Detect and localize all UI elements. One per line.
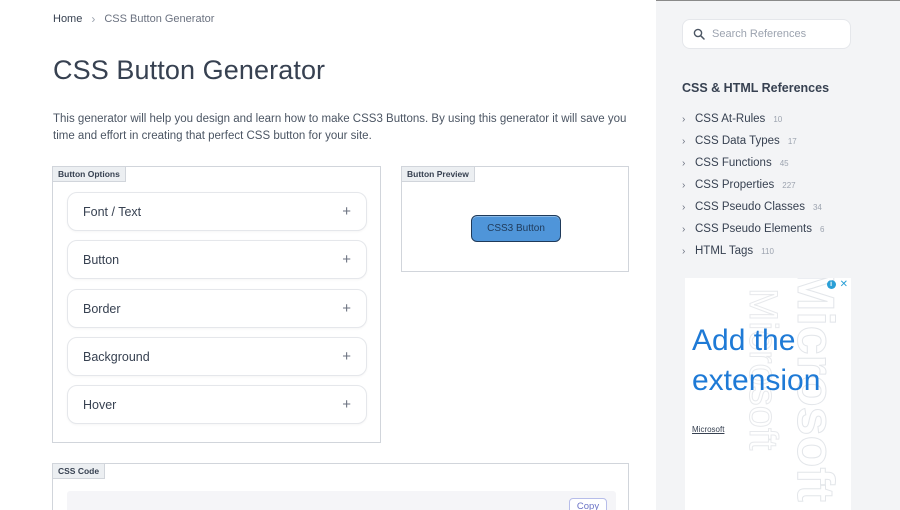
css-code-panel: CSS Code Copy — [52, 463, 629, 510]
accordion-label: Button — [83, 252, 120, 267]
sidebar-item-label: HTML Tags — [695, 245, 754, 257]
page-intro: This generator will help you design and … — [53, 113, 627, 142]
accordion-button[interactable]: Button + — [67, 240, 367, 279]
plus-icon: + — [342, 300, 351, 317]
breadcrumb-home-link[interactable]: Home — [53, 13, 82, 25]
references-title: CSS & HTML References — [682, 81, 830, 95]
sidebar-item-html-tags[interactable]: › HTML Tags 110 — [682, 240, 824, 262]
main-content: Home › CSS Button Generator CSS Button G… — [0, 0, 656, 510]
chevron-right-icon: › — [682, 245, 686, 257]
button-preview-label: Button Preview — [402, 167, 475, 182]
ad-controls: i ✕ — [826, 280, 848, 290]
accordion-label: Border — [83, 301, 121, 316]
chevron-right-icon: › — [682, 201, 686, 213]
plus-icon: + — [342, 348, 351, 365]
copy-button[interactable]: Copy — [569, 498, 607, 510]
sidebar-item-css-data-types[interactable]: › CSS Data Types 17 — [682, 130, 824, 152]
breadcrumb-current: CSS Button Generator — [104, 13, 215, 25]
ad-info-icon[interactable]: i — [826, 280, 836, 289]
ad-brand-link[interactable]: Microsoft — [692, 425, 724, 434]
plus-icon: + — [342, 251, 351, 268]
sidebar-item-count: 45 — [779, 158, 789, 168]
ad-headline: Add the extension — [692, 324, 821, 397]
breadcrumb-separator: › — [91, 12, 96, 26]
button-preview-panel: Button Preview CSS3 Button — [401, 166, 629, 272]
button-options-panel: Button Options Font / Text + Button + Bo… — [52, 166, 381, 443]
breadcrumb: Home › CSS Button Generator — [53, 12, 214, 26]
sidebar-item-count: 34 — [812, 202, 822, 212]
sidebar-item-count: 6 — [819, 224, 825, 234]
css-code-label: CSS Code — [53, 464, 106, 479]
sidebar-item-count: 110 — [761, 246, 774, 256]
sidebar: CSS & HTML References › CSS At-Rules 10 … — [656, 1, 900, 510]
button-options-label: Button Options — [53, 167, 126, 182]
sidebar-item-label: CSS Pseudo Elements — [695, 223, 812, 235]
plus-icon: + — [342, 396, 351, 413]
search-icon — [693, 28, 705, 40]
accordion-label: Hover — [83, 397, 117, 412]
page-title: CSS Button Generator — [53, 55, 326, 85]
sidebar-item-count: 227 — [782, 180, 796, 190]
chevron-right-icon: › — [682, 113, 686, 125]
accordion-font-text[interactable]: Font / Text + — [67, 192, 367, 231]
chevron-right-icon: › — [682, 157, 686, 169]
accordion-background[interactable]: Background + — [67, 337, 367, 376]
chevron-right-icon: › — [682, 179, 686, 191]
chevron-right-icon: › — [682, 135, 686, 147]
accordion-border[interactable]: Border + — [67, 289, 367, 328]
sidebar-item-css-at-rules[interactable]: › CSS At-Rules 10 — [682, 108, 824, 130]
sidebar-item-label: CSS Data Types — [695, 135, 780, 147]
sidebar-item-label: CSS Properties — [695, 179, 775, 191]
sidebar-item-css-properties[interactable]: › CSS Properties 227 — [682, 174, 824, 196]
chevron-right-icon: › — [682, 223, 686, 235]
sidebar-item-css-pseudo-classes[interactable]: › CSS Pseudo Classes 34 — [682, 196, 824, 218]
plus-icon: + — [342, 203, 351, 220]
search-input[interactable] — [712, 28, 842, 40]
advertisement[interactable]: Microsoft Microsoft i ✕ Add the extensio… — [685, 278, 851, 510]
sidebar-item-css-functions[interactable]: › CSS Functions 45 — [682, 152, 824, 174]
sidebar-item-css-pseudo-elements[interactable]: › CSS Pseudo Elements 6 — [682, 218, 824, 240]
ad-close-icon[interactable]: ✕ — [840, 280, 848, 290]
sidebar-item-label: CSS Functions — [695, 157, 772, 169]
sidebar-item-label: CSS Pseudo Classes — [695, 201, 805, 213]
accordion-label: Font / Text — [83, 204, 142, 219]
preview-css3-button[interactable]: CSS3 Button — [471, 215, 561, 242]
css-code-area[interactable]: Copy — [67, 491, 616, 510]
sidebar-item-count: 10 — [773, 114, 783, 124]
sidebar-item-count: 17 — [787, 136, 797, 146]
search-box[interactable] — [682, 19, 851, 49]
references-list: › CSS At-Rules 10 › CSS Data Types 17 › … — [682, 108, 824, 262]
sidebar-item-label: CSS At-Rules — [695, 113, 766, 125]
accordion-label: Background — [83, 349, 150, 364]
accordion-hover[interactable]: Hover + — [67, 385, 367, 424]
